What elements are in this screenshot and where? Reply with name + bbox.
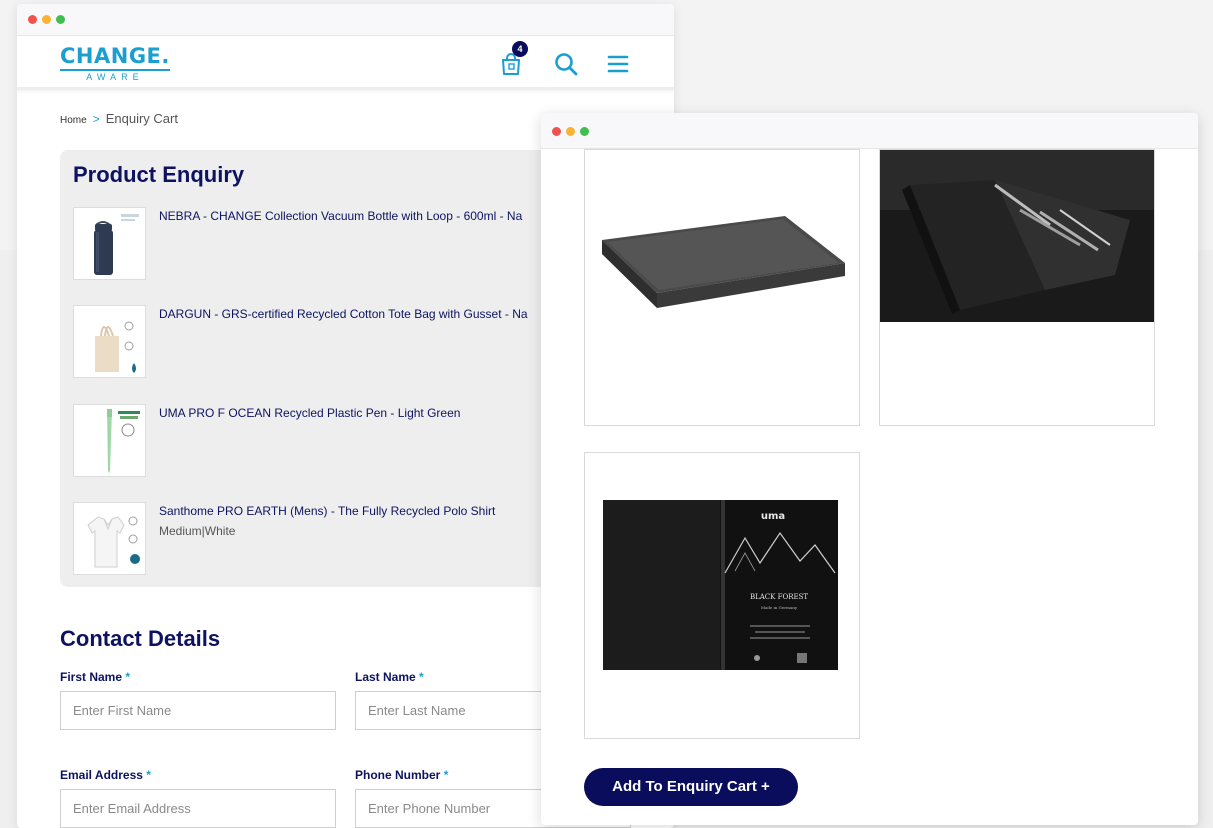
breadcrumb-home[interactable]: Home: [60, 115, 87, 126]
window-titlebar: [17, 4, 674, 36]
notebook-image: uma BLACK FOREST Made in Germany: [603, 500, 838, 670]
maximize-dot[interactable]: [580, 127, 589, 136]
tote-bag-image: [95, 321, 136, 373]
contact-details-title: Contact Details: [60, 626, 221, 651]
add-to-enquiry-cart-button[interactable]: Add To Enquiry Cart +: [584, 768, 798, 806]
pen-set-image: [880, 150, 1154, 322]
polo-shirt-image: [87, 516, 140, 568]
product-image-card[interactable]: uma BLACK FOREST Made in Germany: [584, 452, 860, 739]
last-name-label: Last Name *: [355, 670, 424, 684]
required-mark: *: [419, 670, 424, 684]
phone-label: Phone Number *: [355, 768, 448, 782]
pen-image: [107, 409, 140, 473]
logo-sub-text: AWARE: [60, 69, 170, 82]
breadcrumb-current: Enquiry Cart: [105, 111, 178, 126]
minimize-dot[interactable]: [566, 127, 575, 136]
product-enquiry-title: Product Enquiry: [73, 162, 245, 187]
notebook-title-text: BLACK FOREST: [750, 593, 808, 601]
search-icon[interactable]: [553, 51, 579, 77]
maximize-dot[interactable]: [56, 15, 65, 24]
menu-icon[interactable]: [605, 51, 631, 77]
bottle-image: [94, 214, 139, 275]
minimize-dot[interactable]: [42, 15, 51, 24]
gift-box-image: [602, 216, 845, 308]
required-mark: *: [443, 768, 449, 782]
breadcrumb-separator: >: [92, 112, 100, 126]
product-variant: Medium|White: [159, 524, 236, 538]
product-thumbnail[interactable]: [73, 305, 146, 378]
required-mark: *: [125, 670, 131, 684]
product-gallery-window: uma BLACK FOREST Made in Germany Add To …: [541, 113, 1198, 825]
product-thumbnail[interactable]: [73, 207, 146, 280]
email-label-text: Email Address: [60, 768, 143, 782]
change-aware-logo[interactable]: CHANGE. AWARE: [60, 45, 170, 82]
required-mark: *: [146, 768, 151, 782]
first-name-label-text: First Name: [60, 670, 123, 684]
notebook-subtitle-text: Made in Germany: [761, 605, 798, 610]
close-dot[interactable]: [28, 15, 37, 24]
last-name-label-text: Last Name: [355, 670, 416, 684]
close-dot[interactable]: [552, 127, 561, 136]
phone-label-text: Phone Number: [355, 768, 441, 782]
breadcrumb: Home > Enquiry Cart: [60, 111, 178, 126]
site-header: CHANGE. AWARE 4: [17, 36, 674, 90]
product-thumbnail[interactable]: [73, 404, 146, 477]
product-image-card[interactable]: [879, 149, 1155, 426]
product-image-card[interactable]: [584, 149, 860, 426]
logo-main-text: CHANGE.: [60, 44, 170, 68]
first-name-label: First Name *: [60, 670, 130, 684]
notebook-brand-text: uma: [761, 511, 785, 522]
email-field[interactable]: [60, 789, 336, 828]
first-name-field[interactable]: [60, 691, 336, 730]
cart-count-badge: 4: [512, 41, 528, 57]
product-thumbnail[interactable]: [73, 502, 146, 575]
window-titlebar: [541, 113, 1198, 149]
email-label: Email Address *: [60, 768, 151, 782]
